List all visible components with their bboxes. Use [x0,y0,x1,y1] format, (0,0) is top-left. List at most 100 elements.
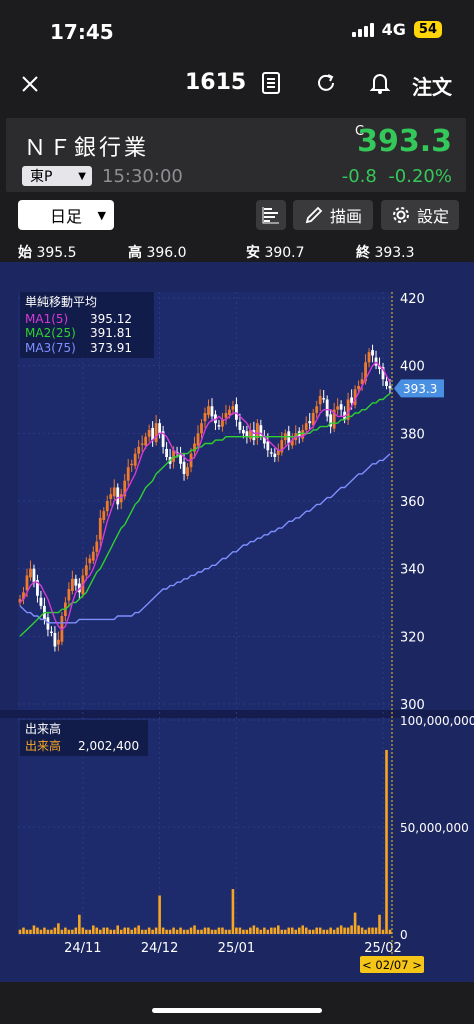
candle-body [147,429,151,437]
home-indicator [152,1008,322,1013]
volume-bar [301,925,305,934]
period-label: 日足 [49,207,82,226]
close-icon[interactable] [14,68,46,100]
price-chart[interactable]: 420 400 380 360 340 320 300100,000,000 50,000,0… [0,262,474,982]
volume-bar [165,929,168,934]
candle-body [50,631,53,633]
volume-bar [224,929,228,934]
volume-bar [385,749,388,934]
volume-bar [297,927,301,934]
volume-bar [158,895,161,934]
volume-bar [43,927,46,934]
candle-body [315,406,319,414]
volume-tick-label: 0 [400,928,408,942]
bell-icon[interactable] [365,68,395,98]
candle-body [210,406,214,417]
candle-body [388,385,392,389]
order-button[interactable]: 注文 [412,71,452,100]
draw-button[interactable]: 描画 [293,200,373,230]
volume-bar [364,929,367,934]
volume-bar [277,925,280,934]
document-icon[interactable] [256,68,286,98]
indicator-button[interactable] [256,200,286,230]
volume-bar [36,927,39,934]
volume-bar [88,929,92,934]
candle-body [32,568,36,583]
volume-bar [175,929,179,934]
volume-bar [256,927,259,934]
candle-body [182,461,186,474]
candle-body [371,350,374,356]
ma-legend: 単純移動平均 MA1(5) 395.12 MA2(25) 391.81 MA3(… [20,292,154,358]
volume-bar [112,929,116,934]
settings-button[interactable]: 設定 [381,200,459,230]
volume-bar [74,927,78,934]
bar-list-icon [262,207,279,224]
volume-bar [266,929,270,934]
candle-body [74,578,78,586]
volume-bar [85,929,88,934]
candle-body [196,433,200,446]
volume-bar [81,927,85,934]
refresh-icon[interactable] [311,68,341,98]
volume-bar [196,929,200,934]
volume-bar [39,929,43,934]
candle-body [98,517,102,540]
market-select[interactable]: 東P ▼ [22,166,92,186]
candle-body [385,381,388,386]
volume-bar [102,927,106,934]
market-label: 東P [30,169,53,185]
volume-bar [71,929,74,934]
volume-bar [343,927,346,934]
volume-bar [357,925,360,934]
candle-body [255,423,259,439]
price-tick-label: 320 [400,630,425,645]
candle-body [105,501,109,512]
candle-body [109,494,113,499]
volume-bar [133,927,137,934]
volume-bar [207,927,210,934]
battery-icon: 54 [413,21,442,38]
candle-body [154,423,158,443]
volume-bar [259,929,263,934]
candle-body [304,423,308,430]
price-tick-label: 380 [400,427,425,442]
change-value: -0.8 [341,166,377,187]
signal-icon [351,22,374,37]
change-percent: -0.20% [388,166,452,187]
period-select[interactable]: 日足 ▼ [18,200,114,230]
candle-body [112,487,116,497]
chevron-down-icon: ▼ [97,208,106,222]
candle-body [269,452,273,454]
candle-body [221,419,224,427]
price-tick-label: 360 [400,495,425,510]
candle-body [308,421,312,424]
volume-bar [252,925,256,934]
candle-body [53,632,57,647]
candle-body [29,568,32,578]
volume-bar [98,929,102,934]
price-tick-label: 340 [400,563,425,578]
volume-bar [322,929,325,934]
volume-bar [210,929,214,934]
candle-body [339,404,343,410]
volume-bar [105,927,109,934]
volume-bar [249,927,252,934]
candle-body [140,443,144,445]
volume-bar [221,927,224,934]
ohlc-high: 高 396.0 [128,245,187,261]
settings-label: 設定 [416,207,449,226]
volume-bar [67,929,71,934]
volume-legend: 出来高 出来高 2,002,400 [20,720,148,756]
volume-bar [371,927,374,934]
candle-body [39,597,43,606]
volume-bar [57,923,60,934]
ohlc-open: 始 395.5 [18,245,77,261]
candle-body [336,406,340,410]
volume-bar [200,929,203,934]
volume-bar [92,925,95,934]
candle-body [231,406,235,410]
price-change: -0.8 -0.20% [342,166,452,187]
price-tick-label: 400 [400,360,425,375]
price-tick-label: 420 [400,292,425,307]
